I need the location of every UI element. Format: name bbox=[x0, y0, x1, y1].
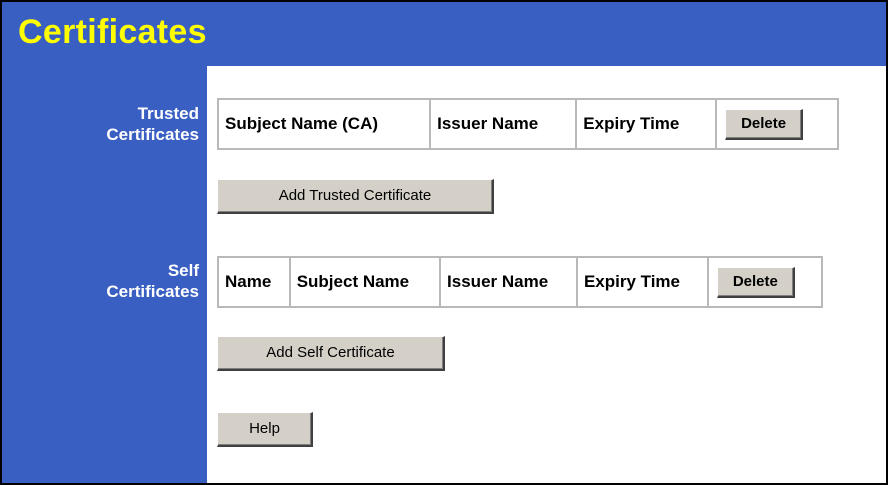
delete-cell: Delete bbox=[707, 257, 822, 307]
self-certificates-table: Name Subject Name Issuer Name Expiry Tim… bbox=[217, 256, 823, 308]
main-content: Subject Name (CA) Issuer Name Expiry Tim… bbox=[207, 66, 886, 483]
table-header-row: Subject Name (CA) Issuer Name Expiry Tim… bbox=[218, 99, 838, 149]
column-issuer-name: Issuer Name bbox=[430, 99, 577, 149]
column-issuer-name: Issuer Name bbox=[440, 257, 577, 307]
add-trusted-certificate-button[interactable]: Add Trusted Certificate bbox=[217, 179, 494, 214]
trusted-certificates-label: Trusted Certificates bbox=[9, 103, 199, 145]
self-certificates-label: Self Certificates bbox=[9, 260, 199, 302]
table-header-row: Name Subject Name Issuer Name Expiry Tim… bbox=[218, 257, 822, 307]
self-label-line1: Self bbox=[167, 261, 199, 280]
sidebar: Trusted Certificates Self Certificates bbox=[2, 66, 207, 483]
column-expiry-time: Expiry Time bbox=[576, 99, 717, 149]
help-button[interactable]: Help bbox=[217, 412, 313, 447]
page-title: Certificates bbox=[18, 13, 207, 51]
trusted-delete-button[interactable]: Delete bbox=[725, 108, 804, 140]
trusted-label-line2: Certificates bbox=[106, 125, 199, 144]
header-bar: Certificates bbox=[2, 2, 886, 66]
add-self-certificate-button[interactable]: Add Self Certificate bbox=[217, 336, 445, 371]
self-delete-button[interactable]: Delete bbox=[716, 266, 795, 298]
delete-cell: Delete bbox=[716, 99, 838, 149]
trusted-label-line1: Trusted bbox=[137, 104, 199, 123]
column-expiry-time: Expiry Time bbox=[576, 257, 708, 307]
self-label-line2: Certificates bbox=[106, 282, 199, 301]
column-subject-name-ca: Subject Name (CA) bbox=[218, 99, 431, 149]
trusted-certificates-table: Subject Name (CA) Issuer Name Expiry Tim… bbox=[217, 98, 839, 150]
column-subject-name: Subject Name bbox=[289, 257, 441, 307]
column-name: Name bbox=[218, 257, 290, 307]
